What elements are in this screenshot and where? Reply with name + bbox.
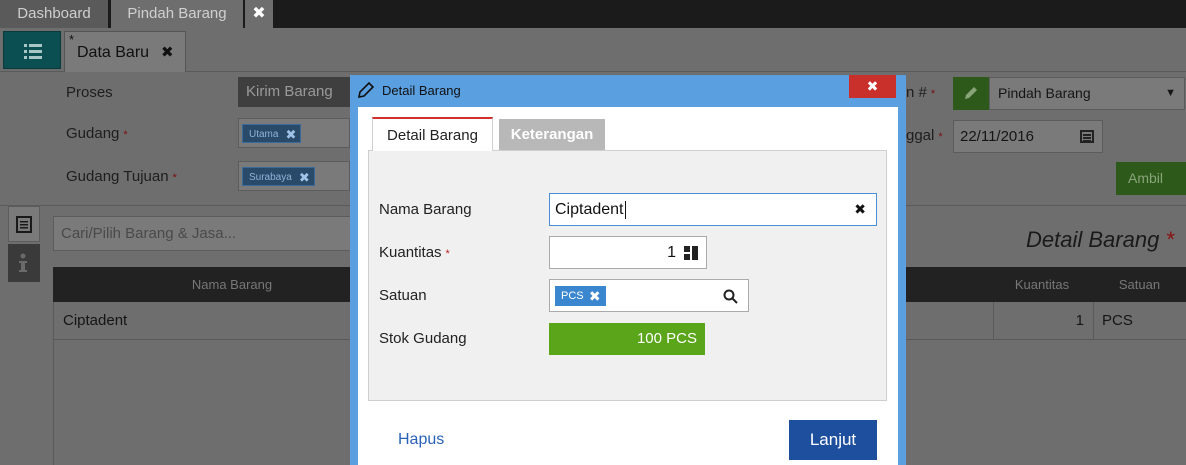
- column-separator: [1093, 302, 1094, 340]
- remove-tag-icon[interactable]: ✖: [286, 125, 297, 144]
- required-mark: *: [123, 129, 128, 141]
- required-mark: *: [1165, 227, 1174, 252]
- required-mark: *: [445, 248, 450, 260]
- satuan-tag-label: PCS: [561, 290, 584, 302]
- tab-keterangan[interactable]: Keterangan: [499, 119, 605, 150]
- gudang-tujuan-field[interactable]: Surabaya ✖: [238, 161, 350, 191]
- kuantitas-value: 1: [667, 244, 676, 261]
- side-tab-list[interactable]: [8, 206, 40, 242]
- transaksi-label: n # *: [906, 84, 935, 101]
- satuan-label: Satuan: [379, 287, 427, 304]
- tab-pindah-barang[interactable]: Pindah Barang: [111, 0, 243, 28]
- nama-barang-value: Ciptadent: [555, 201, 624, 218]
- required-mark: *: [172, 172, 177, 184]
- list-menu-button[interactable]: [3, 31, 61, 69]
- side-tab-info[interactable]: [8, 244, 40, 282]
- search-icon[interactable]: [723, 289, 738, 304]
- tab-detail-barang[interactable]: Detail Barang: [372, 117, 493, 151]
- tab-label: Data Baru: [77, 44, 150, 61]
- tanggal-value: 22/11/2016: [960, 128, 1034, 145]
- info-icon: [19, 253, 27, 272]
- cell-kuantitas: 1: [1075, 312, 1084, 329]
- list-icon: [24, 44, 42, 59]
- gudang-tujuan-tag-label: Surabaya: [249, 172, 292, 183]
- close-doc-tab-icon[interactable]: ✖: [161, 43, 174, 61]
- column-header-satuan[interactable]: Satuan: [1093, 267, 1186, 302]
- document-list-icon: [16, 216, 32, 233]
- stok-gudang-label: Stok Gudang: [379, 330, 467, 347]
- hapus-link[interactable]: Hapus: [398, 431, 444, 449]
- detail-barang-modal: Detail Barang ✖ Detail Barang Keterangan…: [350, 75, 906, 465]
- satuan-field[interactable]: PCS ✖: [549, 279, 749, 312]
- required-mark: *: [938, 131, 943, 143]
- proses-field[interactable]: Kirim Barang: [238, 77, 350, 107]
- kuantitas-input[interactable]: 1: [549, 236, 707, 269]
- transaksi-value: Pindah Barang: [998, 85, 1091, 101]
- stok-gudang-value: 100 PCS: [549, 323, 705, 355]
- gudang-tag: Utama ✖: [242, 124, 302, 144]
- lanjut-button[interactable]: Lanjut: [789, 420, 877, 460]
- unsaved-mark: *: [69, 32, 75, 47]
- modal-title: Detail Barang: [382, 83, 461, 98]
- tab-data-baru[interactable]: * Data Baru ✖: [64, 31, 186, 72]
- dropdown-caret-icon: ▼: [1165, 87, 1176, 99]
- transaksi-label-text: n #: [906, 84, 927, 101]
- item-search-input[interactable]: Cari/Pilih Barang & Jasa...: [53, 216, 353, 251]
- nama-barang-input[interactable]: Ciptadent ✖: [549, 193, 877, 226]
- calendar-icon[interactable]: [1080, 130, 1094, 143]
- gudang-field[interactable]: Utama ✖: [238, 118, 350, 148]
- cell-satuan: PCS: [1102, 312, 1133, 329]
- close-tab-icon[interactable]: ✖: [245, 0, 273, 28]
- remove-tag-icon[interactable]: ✖: [589, 286, 601, 306]
- detail-panel: Nama Barang Ciptadent ✖ Kuantitas * 1 Satu…: [368, 150, 887, 401]
- proses-label: Proses: [66, 84, 113, 101]
- text-cursor: [624, 200, 626, 219]
- gudang-tujuan-tag: Surabaya ✖: [242, 167, 315, 186]
- document-tab-row: * Data Baru ✖: [0, 28, 1186, 72]
- satuan-tag: PCS ✖: [555, 286, 606, 306]
- ambil-label: Ambil: [1128, 170, 1164, 186]
- tanggal-field[interactable]: 22/11/2016: [953, 120, 1103, 153]
- modal-close-button[interactable]: ✖: [849, 75, 896, 98]
- pencil-icon: [965, 87, 977, 99]
- tanggal-label-text: ggal: [906, 127, 935, 144]
- gudang-tag-label: Utama: [249, 129, 279, 140]
- required-mark: *: [930, 88, 936, 100]
- tanggal-label: ggal *: [906, 127, 943, 144]
- top-tab-strip: Dashboard Pindah Barang ✖: [0, 0, 1186, 28]
- detail-barang-heading: Detail Barang *: [1026, 227, 1174, 253]
- edit-transaksi-button[interactable]: [953, 77, 989, 110]
- cell-nama: Ciptadent: [63, 312, 128, 329]
- modal-body: Detail Barang Keterangan Nama Barang Cip…: [358, 107, 898, 465]
- clear-icon[interactable]: ✖: [854, 194, 866, 225]
- column-header-kuantitas[interactable]: Kuantitas: [993, 267, 1091, 302]
- detail-heading-text: Detail Barang: [1026, 227, 1160, 252]
- ambil-button[interactable]: Ambil: [1116, 162, 1186, 195]
- gudang-tujuan-label-text: Gudang Tujuan: [66, 168, 169, 185]
- gudang-label-text: Gudang: [66, 125, 120, 142]
- calculator-icon[interactable]: [684, 246, 698, 260]
- nama-barang-label: Nama Barang: [379, 201, 472, 218]
- remove-tag-icon[interactable]: ✖: [299, 168, 310, 187]
- kuantitas-label-text: Kuantitas: [379, 244, 442, 261]
- edit-icon: [358, 82, 374, 98]
- kuantitas-label: Kuantitas *: [379, 244, 450, 261]
- tab-dashboard[interactable]: Dashboard: [0, 0, 108, 28]
- gudang-label: Gudang *: [66, 125, 128, 142]
- gudang-tujuan-label: Gudang Tujuan *: [66, 168, 177, 185]
- transaksi-select[interactable]: Pindah Barang ▼: [989, 77, 1185, 110]
